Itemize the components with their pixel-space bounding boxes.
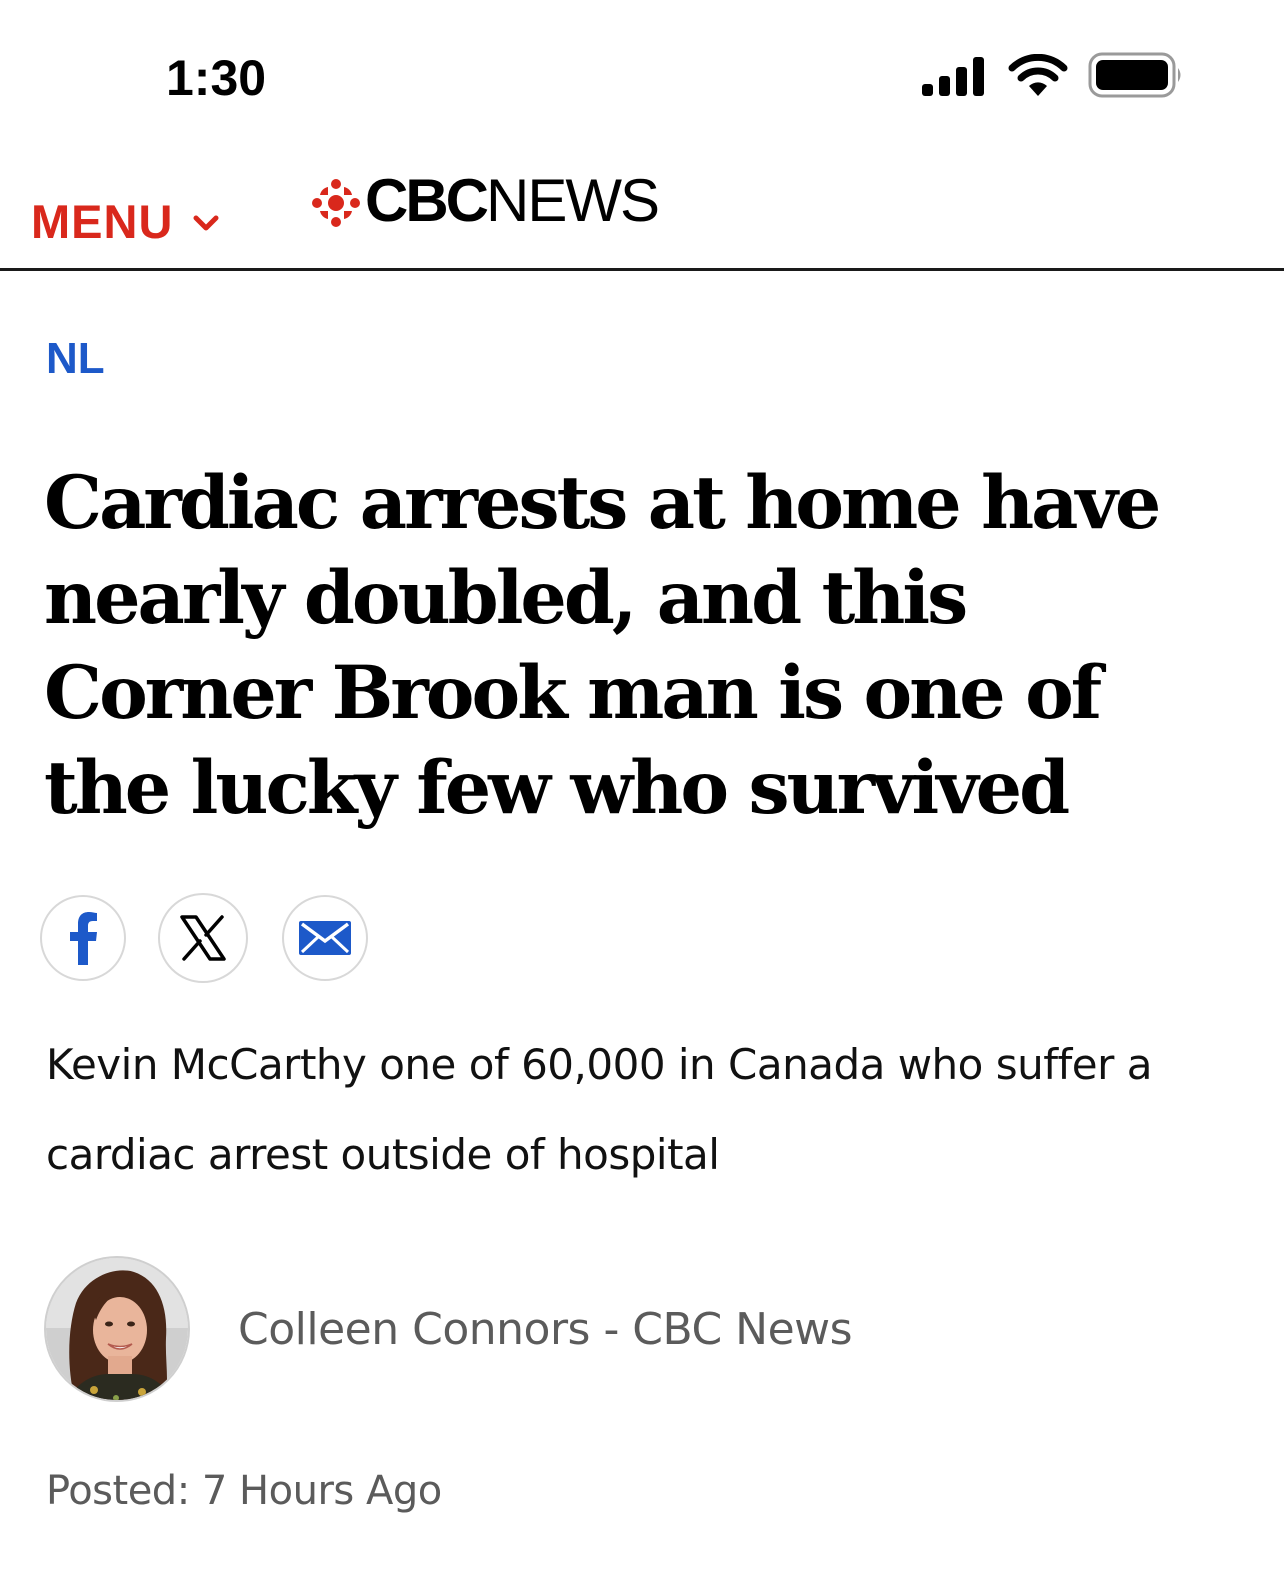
brand-cbc: CBC <box>365 167 489 234</box>
email-icon <box>299 921 351 955</box>
signal-icon <box>922 57 984 96</box>
menu-button[interactable]: MENU <box>31 194 219 249</box>
menu-label: MENU <box>31 195 174 248</box>
cbc-gem-icon <box>312 178 360 227</box>
chevron-down-icon <box>193 215 219 230</box>
status-bar: 1:30 <box>0 0 1284 150</box>
x-share-button[interactable] <box>158 893 248 983</box>
site-header: MENU CBC NEWS <box>0 150 1284 271</box>
facebook-share-button[interactable] <box>40 895 126 981</box>
share-buttons <box>40 893 404 983</box>
posted-time: Posted: 7 Hours Ago <box>46 1468 442 1514</box>
wifi-icon <box>1008 54 1068 96</box>
email-share-button[interactable] <box>282 895 368 981</box>
author-name[interactable]: Colleen Connors - CBC News <box>238 1304 853 1355</box>
author-avatar[interactable] <box>44 1256 190 1402</box>
status-time: 1:30 <box>166 50 267 106</box>
byline: Colleen Connors - CBC News <box>44 1256 853 1402</box>
facebook-icon <box>70 912 97 965</box>
headline: Cardiac arrests at home have nearly doub… <box>44 460 1161 831</box>
author-photo <box>46 1258 188 1400</box>
cbc-news-logo[interactable]: CBC NEWS <box>311 166 660 235</box>
brand-news: NEWS <box>486 167 660 234</box>
x-icon <box>180 915 226 961</box>
article-deck: Kevin McCarthy one of 60,000 in Canada w… <box>46 1040 1152 1179</box>
battery-icon <box>1088 52 1181 98</box>
section-tag[interactable]: NL <box>46 334 105 384</box>
